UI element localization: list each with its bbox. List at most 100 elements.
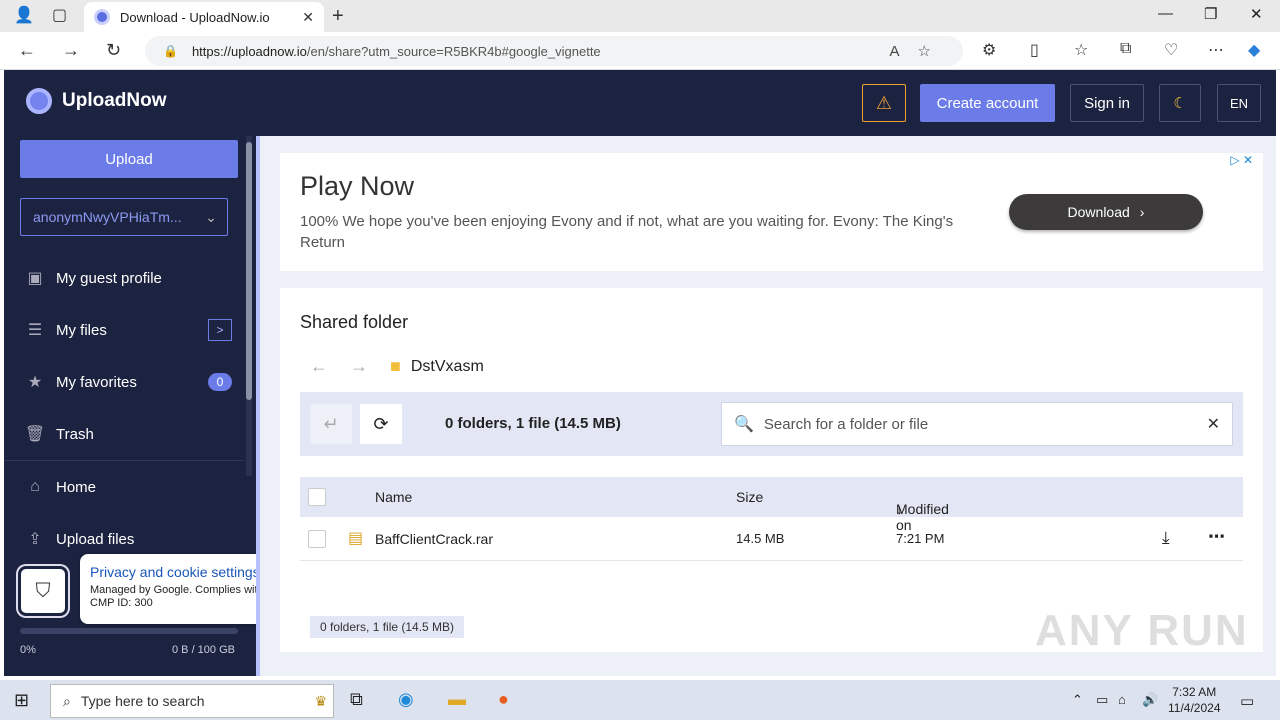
- toolbar: ↵ ⟳ 0 folders, 1 file (14.5 MB) 🔍 Search…: [300, 392, 1243, 456]
- upload-icon: ⇪: [28, 531, 42, 548]
- search-input[interactable]: Search for a folder or file: [764, 416, 928, 433]
- sidebar-item-guest-profile[interactable]: ▣ My guest profile: [24, 266, 162, 290]
- favorites-icon[interactable]: ☆: [1074, 40, 1088, 60]
- dark-mode-button[interactable]: ☾: [1159, 84, 1201, 122]
- table-row[interactable]: ▤ BaffClientCrack.rar 14.5 MB 7:21 PM ⤓ …: [300, 517, 1243, 561]
- close-tab-icon[interactable]: ✕: [302, 9, 314, 26]
- firefox-icon[interactable]: ●: [498, 689, 509, 710]
- reload-icon[interactable]: ↻: [106, 40, 121, 61]
- select-all-checkbox[interactable]: [308, 488, 326, 506]
- profile-icon[interactable]: 👤: [14, 6, 34, 26]
- nav-back-icon[interactable]: ←: [310, 356, 328, 377]
- url-field[interactable]: 🔒 https://uploadnow.io /en/share?utm_sou…: [145, 36, 963, 66]
- task-view-icon[interactable]: ⧉: [350, 689, 363, 710]
- file-explorer-icon[interactable]: ▬: [448, 689, 466, 710]
- tab-title: Download - UploadNow.io: [120, 9, 270, 25]
- refresh-button[interactable]: ⟳: [360, 404, 402, 444]
- search-box[interactable]: 🔍 Search for a folder or file ✕: [721, 402, 1233, 446]
- copilot-icon[interactable]: ◆: [1248, 40, 1260, 60]
- forward-icon[interactable]: →: [62, 40, 80, 61]
- collections-icon[interactable]: ⧉: [1120, 40, 1131, 58]
- report-warning-button[interactable]: ⚠: [862, 84, 906, 122]
- language-button[interactable]: EN: [1217, 84, 1261, 122]
- sign-in-button[interactable]: Sign in: [1070, 84, 1144, 122]
- sidebar-item-label: My guest profile: [56, 269, 162, 287]
- edge-icon[interactable]: ◉: [398, 689, 414, 710]
- browser-tab[interactable]: Download - UploadNow.io ✕: [84, 2, 324, 32]
- app-header: UploadNow ⚠ Create account Sign in ☾ EN: [4, 70, 1276, 136]
- taskbar-search[interactable]: ⌕ Type here to search ♛: [50, 684, 334, 718]
- minimize-icon[interactable]: —: [1158, 5, 1173, 22]
- storage-percent: 0%: [20, 644, 36, 656]
- create-account-button[interactable]: Create account: [920, 84, 1055, 122]
- tray-wifi-icon[interactable]: ⌂: [1118, 692, 1126, 707]
- more-options-icon[interactable]: ⋯: [1208, 40, 1224, 60]
- windows-start-icon[interactable]: ⊞: [14, 690, 29, 711]
- file-tree-icon: ☰: [27, 322, 43, 339]
- ad-headline[interactable]: Play Now: [300, 171, 414, 202]
- read-aloud-favorite-icons[interactable]: A☆: [890, 42, 949, 60]
- table-header: Name Size Modified on ↓: [300, 477, 1243, 533]
- column-size[interactable]: Size: [736, 489, 763, 505]
- tray-chevron-icon[interactable]: ⌃: [1072, 692, 1083, 708]
- search-icon: 🔍: [734, 416, 754, 433]
- tray-network-icon[interactable]: ▭: [1096, 692, 1108, 708]
- file-modified: 7:21 PM: [896, 531, 945, 546]
- sidebar-item-favorites[interactable]: ★ My favorites 0: [24, 370, 248, 394]
- sidebar-item-trash[interactable]: 🗑 Trash: [24, 422, 94, 446]
- column-name[interactable]: Name: [375, 489, 412, 505]
- notifications-icon[interactable]: ▭: [1240, 692, 1254, 710]
- sidebar: Upload anonymNwyVPHiaTm... ⌄ ▣ My guest …: [4, 136, 399, 676]
- ad-description: 100% We hope you've been enjoying Evony …: [300, 213, 954, 251]
- address-bar-row: ← → ↻ 🔒 https://uploadnow.io /en/share?u…: [0, 32, 1280, 70]
- download-icon[interactable]: ⤓: [1162, 528, 1170, 548]
- folder-name[interactable]: DstVxasm: [411, 358, 484, 376]
- sidebar-divider: [4, 460, 244, 461]
- sort-down-icon: ↓: [896, 501, 903, 517]
- footer-summary: 0 folders, 1 file (14.5 MB): [310, 616, 465, 638]
- row-checkbox[interactable]: [308, 530, 326, 548]
- close-window-icon[interactable]: ✕: [1250, 5, 1263, 23]
- more-actions-icon[interactable]: ⋯: [1208, 527, 1225, 547]
- breadcrumb: ← → ■ DstVxasm: [310, 356, 484, 377]
- taskbar-search-input[interactable]: Type here to search: [81, 693, 205, 709]
- search-icon: ⌕: [63, 692, 71, 709]
- archive-file-icon: ▤: [348, 530, 364, 547]
- ad-download-label: Download: [1067, 204, 1130, 220]
- clear-search-icon[interactable]: ✕: [1207, 414, 1220, 434]
- tab-actions-icon[interactable]: ▢: [52, 6, 67, 26]
- home-icon: ⌂: [30, 478, 40, 495]
- file-size: 14.5 MB: [736, 531, 785, 546]
- upload-button[interactable]: Upload: [20, 140, 238, 178]
- account-selector[interactable]: anonymNwyVPHiaTm... ⌄: [20, 198, 228, 236]
- clock-date: 11/4/2024: [1168, 701, 1221, 715]
- panel-title: Shared folder: [300, 312, 409, 332]
- ad-download-button[interactable]: Download ›: [1009, 194, 1203, 230]
- brand-name: UploadNow: [62, 90, 167, 111]
- parent-folder-button[interactable]: ↵: [310, 404, 352, 444]
- ad-choices-icon[interactable]: ▷ ✕: [1230, 153, 1253, 167]
- main-content: Play Now 100% We hope you've been enjoyi…: [256, 136, 1276, 676]
- taskbar-clock[interactable]: 7:32 AM 11/4/2024: [1168, 684, 1221, 716]
- storage-progress-bar: [20, 628, 238, 634]
- extensions-icon[interactable]: ⚙: [982, 40, 996, 60]
- sidebar-item-label: Trash: [56, 425, 94, 443]
- new-tab-icon[interactable]: +: [332, 6, 344, 26]
- split-screen-icon[interactable]: ▯: [1030, 40, 1039, 60]
- back-icon[interactable]: ←: [18, 40, 36, 61]
- brand-logo[interactable]: UploadNow: [26, 88, 167, 114]
- sidebar-item-home[interactable]: ⌂ Home: [24, 475, 96, 499]
- folder-icon: ■: [390, 356, 401, 376]
- file-name[interactable]: BaffClientCrack.rar: [375, 531, 493, 547]
- nav-forward-icon[interactable]: →: [350, 356, 368, 377]
- sidebar-item-my-files[interactable]: ☰ My files >: [24, 318, 248, 342]
- sidebar-scrollbar-thumb[interactable]: [246, 142, 252, 400]
- browser-essentials-icon[interactable]: ♡: [1164, 40, 1178, 60]
- tray-volume-icon[interactable]: 🔊: [1142, 692, 1158, 708]
- restore-icon[interactable]: ❐: [1204, 5, 1217, 23]
- ad-banner[interactable]: Play Now 100% We hope you've been enjoyi…: [280, 153, 1263, 271]
- sidebar-item-label: My files: [56, 321, 107, 339]
- expand-icon[interactable]: >: [208, 319, 232, 341]
- privacy-shield-button[interactable]: ⛉: [18, 566, 68, 616]
- sidebar-item-upload-files[interactable]: ⇪ Upload files: [24, 527, 134, 551]
